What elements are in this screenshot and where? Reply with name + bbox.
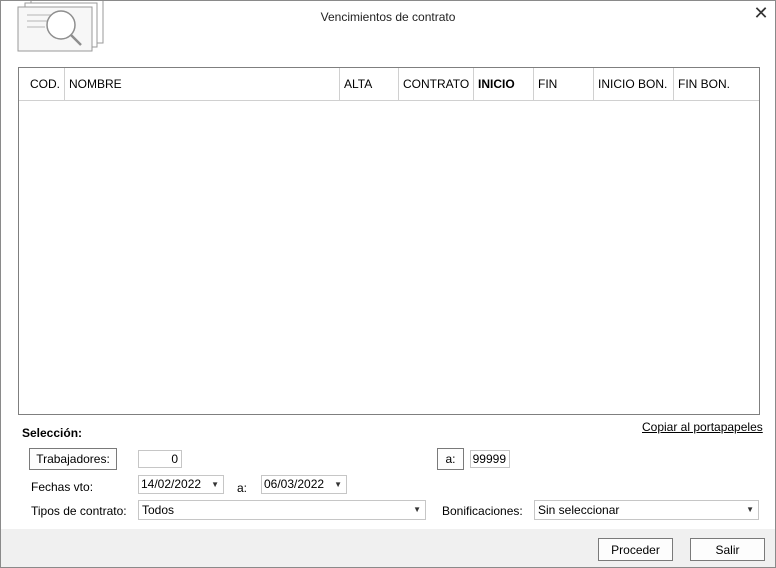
chevron-down-icon[interactable]: ▼ [211,476,219,494]
column-header-cod[interactable]: COD. [19,68,65,100]
chevron-down-icon[interactable]: ▼ [746,501,754,519]
contract-types-label: Tipos de contrato: [31,504,127,518]
proceed-button[interactable]: Proceder [598,538,673,561]
column-header-inicio-bon[interactable]: INICIO BON. [594,68,674,100]
footer-bar: Proceder Salir [1,529,775,567]
workers-from-value: 0 [171,452,178,466]
date-to-picker[interactable]: 06/03/2022 ▼ [261,475,347,494]
column-header-nombre[interactable]: NOMBRE [65,68,340,100]
contract-types-select[interactable]: Todos ▼ [138,500,426,520]
chevron-down-icon[interactable]: ▼ [334,476,342,494]
workers-to-button[interactable]: a: [437,448,464,470]
bonus-select[interactable]: Sin seleccionar ▼ [534,500,759,520]
window-title: Vencimientos de contrato [320,10,456,24]
date-from-value: 14/02/2022 [141,477,202,491]
exit-button[interactable]: Salir [690,538,765,561]
column-header-alta[interactable]: ALTA [340,68,399,100]
bonus-label: Bonificaciones: [442,504,523,518]
table-header: COD. NOMBRE ALTA CONTRATO INICIO FIN INICIO BO… [19,68,759,101]
date-to-value: 06/03/2022 [264,477,325,491]
column-header-fin[interactable]: FIN [534,68,594,100]
column-header-contrato[interactable]: CONTRATO [399,68,474,100]
contracts-table[interactable]: COD. NOMBRE ALTA CONTRATO INICIO FIN INICIO BO… [18,67,760,415]
close-icon[interactable]: ✕ [751,3,771,23]
contract-types-value: Todos [142,503,175,517]
copy-to-clipboard-link[interactable]: Copiar al portapapeles [642,420,763,434]
dialog-window: Vencimientos de contrato ✕ COD. NOMBRE ALT… [0,0,776,568]
search-documents-icon [17,1,104,52]
bonus-value: Sin seleccionar [538,503,620,517]
chevron-down-icon[interactable]: ▼ [413,501,421,519]
workers-to-input[interactable]: 99999 [470,450,510,468]
date-from-picker[interactable]: 14/02/2022 ▼ [138,475,224,494]
selection-label: Selección: [22,426,83,440]
workers-button[interactable]: Trabajadores: [29,448,117,470]
column-header-inicio[interactable]: INICIO [474,68,534,100]
date-to-label: a: [237,481,248,495]
dates-label: Fechas vto: [31,480,94,494]
workers-from-input[interactable]: 0 [138,450,182,468]
column-header-fin-bon[interactable]: FIN BON. [674,68,759,100]
workers-to-value: 99999 [472,452,506,466]
